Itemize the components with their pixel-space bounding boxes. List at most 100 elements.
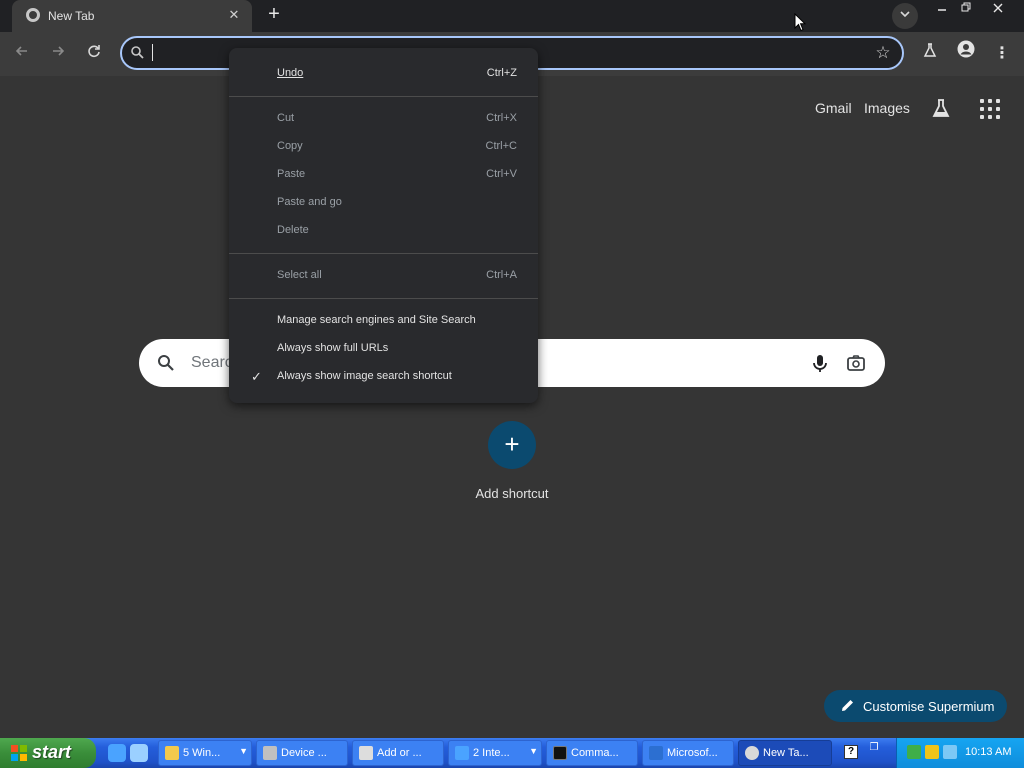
menu-separator bbox=[229, 298, 538, 299]
add-shortcut-button[interactable]: + bbox=[488, 421, 536, 469]
search-icon bbox=[131, 46, 144, 59]
device-manager-icon bbox=[263, 746, 277, 760]
chevron-down-icon: ▼ bbox=[529, 746, 538, 756]
customise-label: Customise Supermium bbox=[863, 699, 995, 714]
tab-strip: New Tab ✕ + bbox=[0, 0, 1024, 32]
taskbar-item[interactable]: Comma... bbox=[546, 740, 638, 766]
taskbar: start 5 Win... ▼ Device ... Add or ... 2… bbox=[0, 738, 1024, 768]
help-icon[interactable]: ? bbox=[844, 745, 858, 759]
taskbar-item[interactable]: 5 Win... ▼ bbox=[158, 740, 252, 766]
menu-item-undo[interactable]: Undo Ctrl+Z bbox=[229, 62, 538, 86]
flask-icon[interactable] bbox=[930, 97, 952, 119]
menu-kebab-icon[interactable]: ⋮ bbox=[988, 40, 1016, 68]
menu-item-delete[interactable]: Delete bbox=[229, 219, 538, 243]
context-menu: Undo Ctrl+Z Cut Ctrl+X Copy Ctrl+C Paste… bbox=[229, 48, 538, 403]
browser-icon bbox=[745, 746, 759, 760]
menu-item-label: Paste bbox=[277, 168, 306, 180]
bookmark-star-icon[interactable]: ☆ bbox=[872, 42, 894, 64]
menu-item-cut[interactable]: Cut Ctrl+X bbox=[229, 107, 538, 131]
add-shortcut-label[interactable]: Add shortcut bbox=[462, 486, 562, 501]
chevron-down-icon bbox=[900, 11, 910, 18]
add-remove-programs-icon bbox=[359, 746, 373, 760]
browser-icon[interactable] bbox=[130, 744, 148, 762]
search-icon bbox=[158, 355, 174, 371]
windows-logo-icon bbox=[11, 745, 27, 761]
restore-icon[interactable]: ❐ bbox=[866, 742, 882, 762]
menu-item-label: Undo bbox=[277, 67, 304, 79]
checkmark-icon: ✓ bbox=[251, 369, 262, 384]
shield-icon[interactable] bbox=[925, 745, 939, 759]
menu-item-select-all[interactable]: Select all Ctrl+A bbox=[229, 264, 538, 288]
taskbar-item-label: 2 Inte... bbox=[473, 747, 510, 759]
reload-button[interactable] bbox=[80, 40, 108, 68]
labs-button[interactable] bbox=[916, 40, 944, 68]
menu-item-paste-and-go[interactable]: Paste and go bbox=[229, 191, 538, 215]
menu-item-paste[interactable]: Paste Ctrl+V bbox=[229, 163, 538, 187]
tab-search-button[interactable] bbox=[892, 3, 918, 29]
customise-button[interactable]: Customise Supermium bbox=[824, 690, 1007, 722]
window-close-button[interactable] bbox=[982, 0, 1014, 20]
taskbar-item-label: New Ta... bbox=[763, 747, 809, 759]
menu-item-label: Select all bbox=[277, 269, 322, 281]
flask-icon bbox=[923, 43, 937, 57]
ie-icon bbox=[455, 746, 469, 760]
shortcut-label: Ctrl+X bbox=[486, 112, 517, 124]
apps-grid-icon[interactable] bbox=[980, 99, 1000, 119]
taskbar-item[interactable]: Device ... bbox=[256, 740, 348, 766]
taskbar-item[interactable]: 2 Inte... ▼ bbox=[448, 740, 542, 766]
menu-item-manage-search-engines[interactable]: Manage search engines and Site Search bbox=[229, 309, 538, 333]
profile-button[interactable] bbox=[952, 40, 980, 68]
microphone-icon[interactable] bbox=[809, 352, 831, 374]
gmail-link[interactable]: Gmail bbox=[815, 100, 852, 116]
tab-title: New Tab bbox=[48, 9, 95, 23]
text-caret bbox=[152, 44, 153, 61]
shortcut-label: Ctrl+V bbox=[486, 168, 517, 180]
menu-item-label: Manage search engines and Site Search bbox=[277, 314, 476, 326]
close-icon bbox=[993, 3, 1003, 13]
clock[interactable]: 10:13 AM bbox=[965, 746, 1011, 758]
taskbar-item-label: Microsof... bbox=[667, 747, 718, 759]
arrow-right-icon bbox=[53, 46, 65, 56]
new-tab-button[interactable]: + bbox=[262, 3, 286, 27]
sync-icon[interactable] bbox=[943, 745, 957, 759]
restore-button[interactable] bbox=[950, 0, 982, 20]
menu-item-label: Copy bbox=[277, 140, 303, 152]
taskbar-item-label: Add or ... bbox=[377, 747, 422, 759]
forward-button[interactable] bbox=[44, 40, 72, 68]
tab-new-tab[interactable]: New Tab ✕ bbox=[12, 0, 252, 32]
menu-item-label: Paste and go bbox=[277, 196, 342, 208]
taskbar-item[interactable]: Microsof... bbox=[642, 740, 734, 766]
profile-icon bbox=[957, 40, 975, 58]
restore-icon bbox=[961, 2, 970, 12]
chrome-icon bbox=[26, 8, 40, 22]
images-link[interactable]: Images bbox=[864, 100, 910, 116]
menu-item-label: Cut bbox=[277, 112, 295, 124]
close-icon[interactable]: ✕ bbox=[226, 6, 242, 24]
taskbar-item-active[interactable]: New Ta... bbox=[738, 740, 832, 766]
system-tray: 10:13 AM bbox=[896, 738, 1024, 768]
ie-icon[interactable] bbox=[108, 744, 126, 762]
chevron-down-icon: ▼ bbox=[239, 746, 248, 756]
taskbar-item[interactable]: Add or ... bbox=[352, 740, 444, 766]
menu-item-label: Always show full URLs bbox=[277, 342, 389, 354]
camera-icon[interactable] bbox=[845, 352, 867, 374]
mouse-cursor-icon bbox=[794, 13, 806, 32]
microsoft-icon bbox=[649, 746, 663, 760]
reload-icon bbox=[88, 45, 100, 58]
arrow-left-icon bbox=[15, 46, 27, 56]
back-button[interactable] bbox=[8, 40, 36, 68]
search-placeholder: Searc bbox=[191, 354, 233, 371]
menu-item-copy[interactable]: Copy Ctrl+C bbox=[229, 135, 538, 159]
start-button[interactable]: start bbox=[0, 738, 96, 768]
shortcut-label: Ctrl+C bbox=[485, 140, 517, 152]
shortcut-label: Ctrl+A bbox=[486, 269, 517, 281]
menu-item-label: Always show image search shortcut bbox=[277, 370, 452, 382]
taskbar-item-label: 5 Win... bbox=[183, 747, 221, 759]
taskbar-item-label: Device ... bbox=[281, 747, 327, 759]
network-icon[interactable] bbox=[907, 745, 921, 759]
menu-item-label: Delete bbox=[277, 224, 309, 236]
menu-item-show-full-urls[interactable]: Always show full URLs bbox=[229, 337, 538, 361]
folder-icon bbox=[165, 746, 179, 760]
menu-separator bbox=[229, 253, 538, 254]
menu-item-image-search-shortcut[interactable]: ✓ Always show image search shortcut bbox=[229, 365, 538, 389]
